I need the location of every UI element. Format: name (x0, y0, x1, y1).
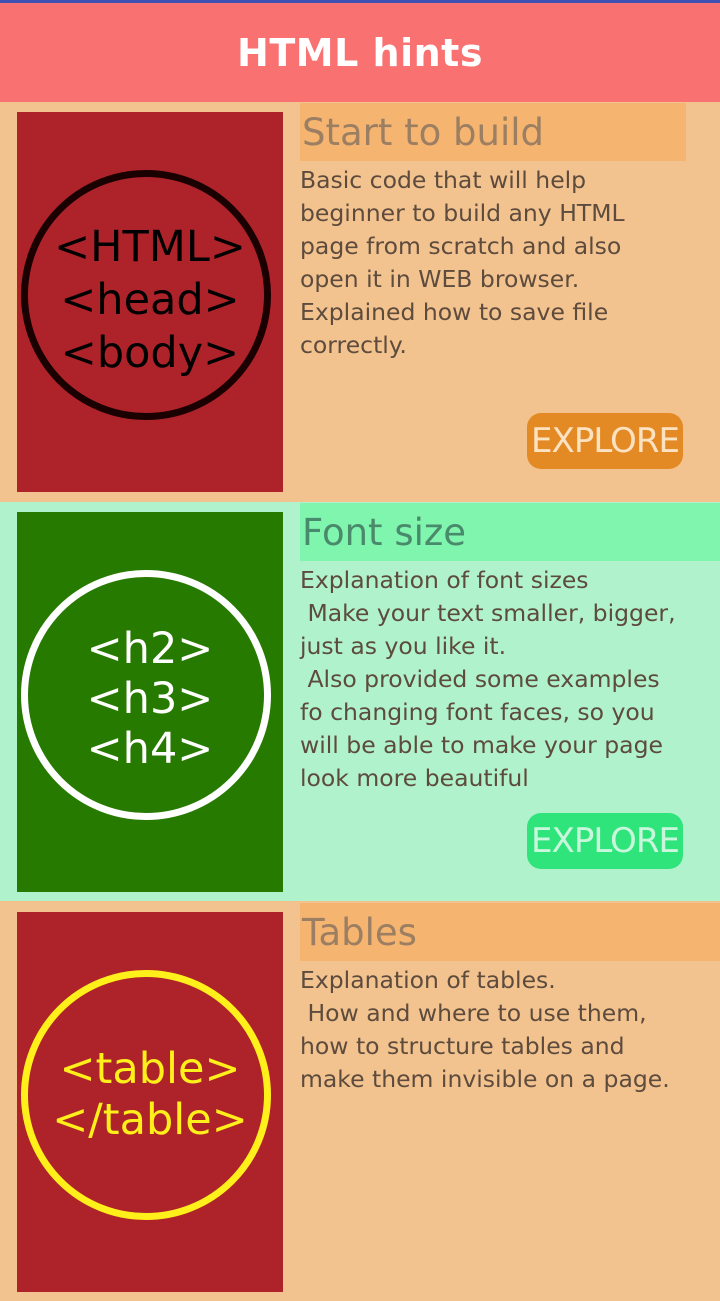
card-description: Basic code that will help beginner to bu… (300, 166, 633, 359)
card-title-bar: Font size (300, 503, 720, 561)
explore-button[interactable]: EXPLORE (527, 813, 683, 869)
card-title: Tables (302, 910, 417, 954)
card-title: Start to build (302, 110, 545, 154)
card-title-bar: Tables (300, 903, 720, 961)
card-description: Explanation of tables. How and where to … (300, 966, 670, 1093)
html-head-body-image: <HTML> <head> <body> (17, 112, 283, 492)
image-line: <table> (59, 1044, 241, 1094)
image-line: <head> (60, 275, 240, 325)
card-title-bar: Start to build (300, 103, 686, 161)
explore-button[interactable]: EXPLORE (527, 413, 683, 469)
image-line: <HTML> (54, 222, 246, 272)
headings-image: <h2> <h3> <h4> (17, 512, 283, 892)
card-start-to-build[interactable]: <HTML> <head> <body> Start to build Basi… (0, 102, 720, 501)
app-bar: HTML hints (0, 3, 720, 102)
image-line: <body> (60, 328, 240, 378)
image-line: <h4> (86, 724, 214, 774)
card-tables[interactable]: <table> </table> Tables Explanation of t… (0, 902, 720, 1301)
card-font-size[interactable]: <h2> <h3> <h4> Font size Explanation of … (0, 502, 720, 901)
card-description: Explanation of font sizes Make your text… (300, 566, 676, 792)
image-line: <h2> (86, 624, 214, 674)
image-line: </table> (52, 1095, 248, 1145)
image-line: <h3> (86, 674, 214, 724)
table-tag-image: <table> </table> (17, 912, 283, 1292)
card-title: Font size (302, 510, 467, 554)
app-title: HTML hints (237, 30, 483, 75)
